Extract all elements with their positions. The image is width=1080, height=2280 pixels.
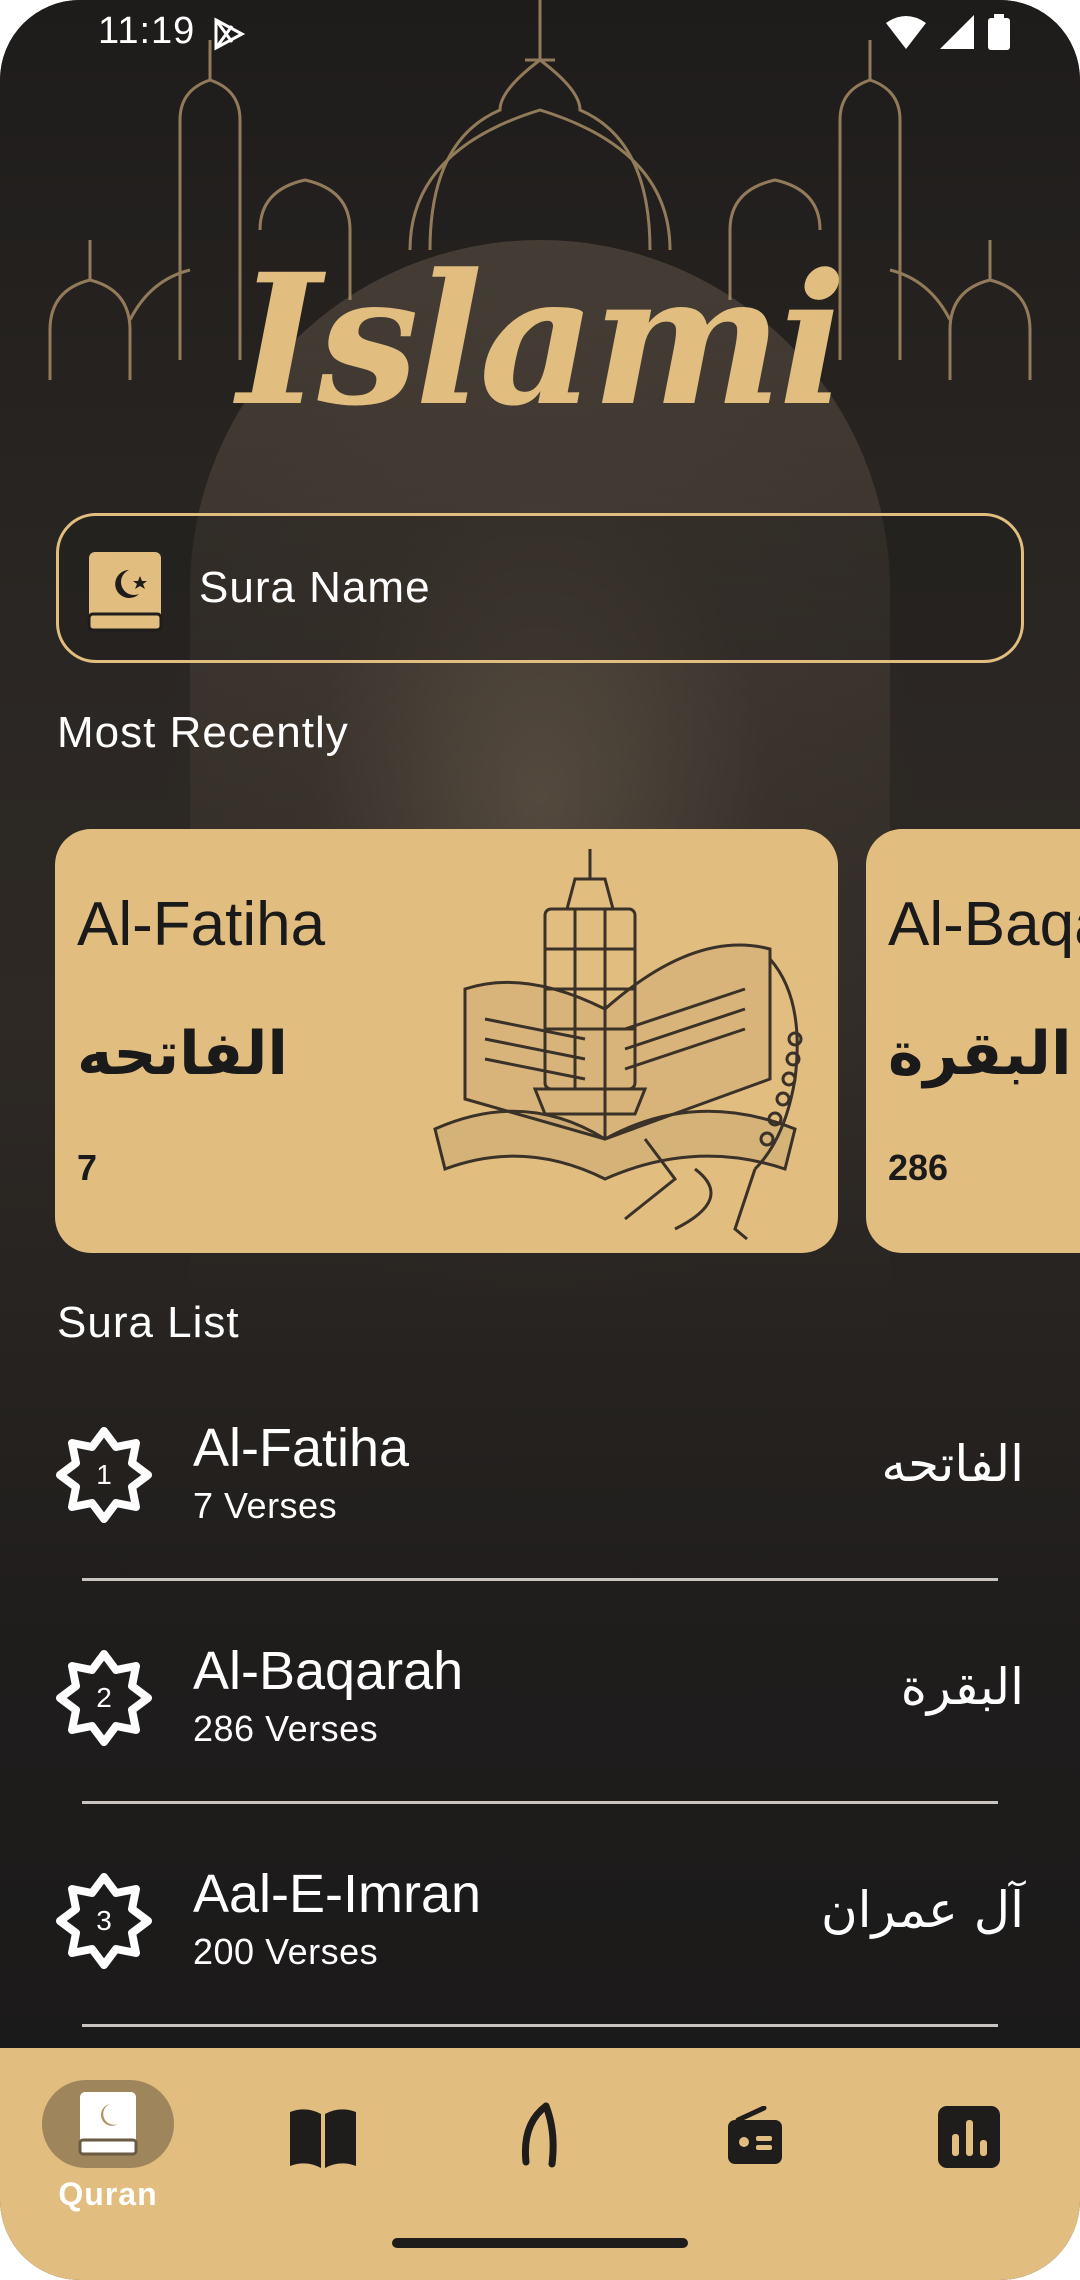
- sura-number-badge: 1: [56, 1427, 152, 1523]
- time-chart-icon: [938, 2106, 1000, 2168]
- status-icons: [886, 14, 1010, 50]
- sura-list-item[interactable]: 3 Aal-E-Imran 200 Verses آل عمران: [0, 1827, 1080, 2049]
- sura-list-item[interactable]: 1 Al-Fatiha 7 Verses الفاتحه: [0, 1381, 1080, 1603]
- play-store-icon: [214, 17, 246, 51]
- radio-icon: [728, 2106, 782, 2164]
- app-screen: 11:19 Islami Most Recently Al-Fatiha الف…: [0, 0, 1080, 2280]
- nav-item-quran[interactable]: Quran: [0, 2066, 216, 2216]
- sura-name-en: Al-Baqarah: [193, 1641, 464, 1701]
- sura-list-item[interactable]: 2 Al-Baqarah 286 Verses البقرة: [0, 1604, 1080, 1826]
- sura-name-ar: الفاتحه: [881, 1435, 1024, 1493]
- hadith-book-icon: [290, 2109, 356, 2168]
- wifi-icon: [886, 16, 926, 49]
- recent-card-verses: 7: [77, 1147, 98, 1188]
- quran-lantern-illustration: [433, 849, 803, 1241]
- sura-verses: 200 Verses: [193, 1931, 379, 1972]
- recent-card-name-en: Al-Fatiha: [77, 890, 326, 959]
- nav-item-hadith[interactable]: [244, 2066, 404, 2216]
- sura-number: 1: [96, 1459, 112, 1490]
- nav-item-sebha[interactable]: [462, 2066, 622, 2216]
- recent-card-name-ar: الفاتحه: [77, 1019, 288, 1089]
- recent-card[interactable]: Al-Baqarah البقرة 286: [866, 829, 1080, 1253]
- recent-card-verses: 286: [888, 1147, 949, 1188]
- sura-number-badge: 3: [56, 1873, 152, 1969]
- list-divider: [82, 1578, 998, 1581]
- sura-name-en: Aal-E-Imran: [193, 1864, 482, 1924]
- signal-icon: [940, 15, 974, 49]
- sura-verses: 7 Verses: [193, 1485, 338, 1526]
- sura-number: 3: [96, 1905, 112, 1936]
- status-time: 11:19: [98, 10, 196, 52]
- list-divider: [82, 2024, 998, 2027]
- recent-card-name-en: Al-Baqarah: [888, 890, 1080, 959]
- home-indicator[interactable]: [392, 2238, 688, 2248]
- recent-card[interactable]: Al-Fatiha الفاتحه 7: [55, 829, 838, 1253]
- sura-number: 2: [96, 1682, 112, 1713]
- status-bar: 11:19: [0, 0, 1080, 70]
- list-divider: [82, 1801, 998, 1804]
- search-bar[interactable]: [56, 513, 1024, 663]
- sura-number-badge: 2: [56, 1650, 152, 1746]
- sura-verses: 286 Verses: [193, 1708, 379, 1749]
- quran-icon: [87, 552, 163, 632]
- app-logo: Islami: [237, 235, 846, 446]
- most-recently-title: Most Recently: [57, 708, 349, 757]
- sura-name-ar: آل عمران: [820, 1881, 1024, 1939]
- sura-name-en: Al-Fatiha: [193, 1418, 410, 1478]
- sebha-icon: [521, 2102, 557, 2168]
- nav-item-time[interactable]: [888, 2066, 1048, 2216]
- recent-card-name-ar: البقرة: [888, 1019, 1072, 1089]
- search-input[interactable]: [199, 516, 979, 660]
- quran-icon: [78, 2092, 138, 2156]
- sura-name-ar: البقرة: [900, 1658, 1024, 1716]
- battery-icon: [988, 14, 1010, 50]
- sura-list-title: Sura List: [57, 1298, 240, 1347]
- nav-label-quran: Quran: [58, 2176, 158, 2212]
- nav-item-radio[interactable]: [676, 2066, 836, 2216]
